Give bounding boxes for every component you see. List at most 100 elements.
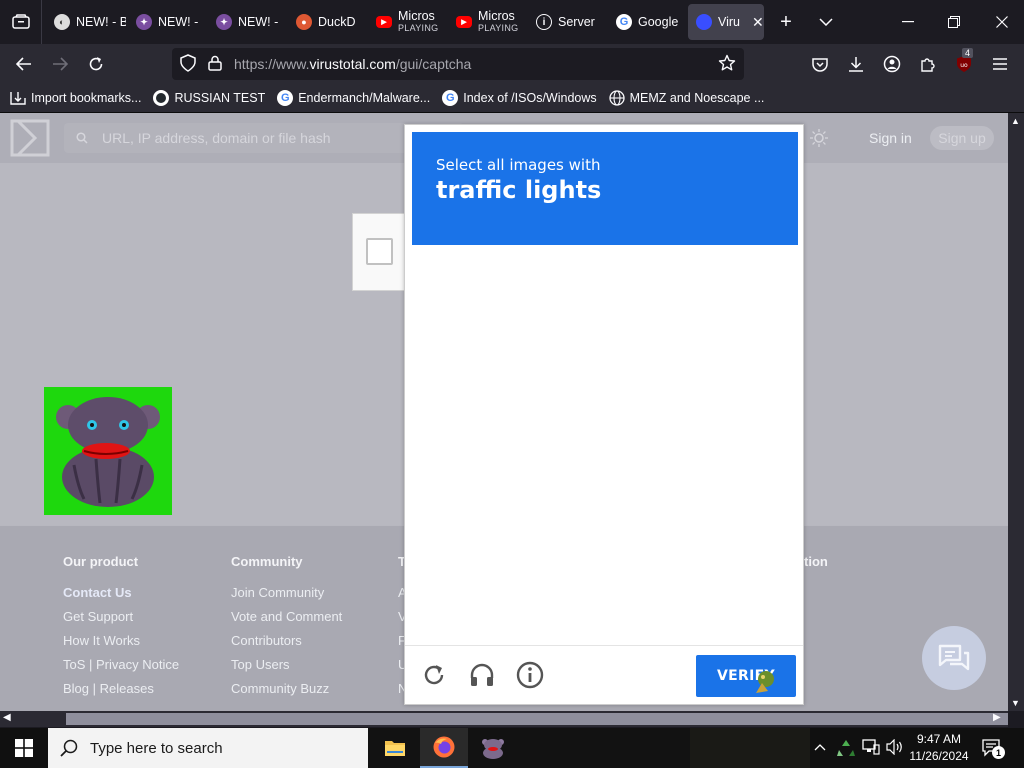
browser-tab[interactable]: G Google — [608, 4, 688, 40]
help-button[interactable] — [515, 660, 545, 690]
hamburger-menu-icon — [993, 58, 1007, 70]
pocket-icon — [812, 57, 828, 72]
recycle-tray-icon[interactable] — [836, 738, 856, 761]
reload-challenge-button[interactable] — [419, 660, 449, 690]
audio-challenge-button[interactable] — [467, 660, 497, 690]
globe-icon: ◐ — [54, 14, 70, 30]
volume-icon[interactable] — [886, 738, 904, 758]
folder-icon — [385, 741, 405, 756]
footer-link[interactable]: Join Community — [231, 584, 342, 601]
theme-toggle-icon[interactable] — [810, 129, 828, 150]
bookmark-item[interactable]: G Index of /ISOs/Windows — [442, 90, 597, 106]
browser-tab[interactable]: ▶ Micros PLAYING — [448, 4, 526, 40]
bookmark-item[interactable]: Import bookmarks... — [10, 91, 141, 105]
taskbar-search-box[interactable]: Type here to search — [48, 728, 368, 768]
back-arrow-icon — [16, 57, 31, 71]
pocket-button[interactable] — [806, 50, 834, 78]
firefox-icon — [433, 736, 455, 758]
sign-in-link[interactable]: Sign in — [869, 130, 912, 146]
account-icon — [883, 55, 901, 73]
lock-icon[interactable] — [208, 55, 222, 74]
browser-tab-active[interactable]: Viru ✕ — [688, 4, 764, 40]
vertical-scrollbar[interactable]: ▲ ▼ — [1008, 113, 1024, 711]
restore-button[interactable] — [936, 8, 972, 36]
ublock-button[interactable]: uo 4 — [950, 48, 978, 78]
scroll-right-arrow-icon[interactable]: ▶ — [993, 712, 1001, 723]
downloads-button[interactable] — [842, 50, 870, 78]
minimize-button[interactable] — [890, 8, 926, 36]
horizontal-scroll-thumb[interactable] — [66, 713, 1008, 725]
action-center-button[interactable]: 1 — [982, 738, 1005, 761]
close-window-button[interactable] — [984, 8, 1020, 36]
start-button[interactable] — [0, 728, 48, 768]
extensions-button[interactable] — [914, 50, 942, 78]
challenge-footer: VERIFY — [405, 645, 803, 705]
firefox-taskbar-button[interactable] — [420, 728, 468, 768]
recaptcha-challenge-dialog: Select all images with traffic lights VE… — [404, 124, 804, 705]
browser-tab[interactable]: ▶ Micros PLAYING — [368, 4, 446, 40]
tab-title: NEW! - — [158, 15, 199, 29]
character-app-icon — [482, 739, 504, 759]
list-all-tabs-button[interactable] — [812, 8, 840, 36]
horizontal-scrollbar[interactable]: ◀ ▶ — [0, 711, 1008, 727]
address-bar[interactable]: https://www.virustotal.com/gui/captcha — [172, 48, 744, 80]
virustotal-logo[interactable] — [10, 119, 50, 160]
scroll-left-arrow-icon[interactable]: ◀ — [3, 712, 11, 723]
footer-link[interactable]: Contributors — [231, 632, 342, 649]
scroll-down-arrow-icon[interactable]: ▼ — [1011, 698, 1020, 708]
recaptcha-checkbox[interactable] — [366, 238, 393, 265]
bookmark-item[interactable]: G Endermanch/Malware... — [277, 90, 430, 106]
file-explorer-button[interactable] — [371, 728, 419, 768]
footer-link[interactable]: Top Users — [231, 656, 342, 673]
url-text[interactable]: https://www.virustotal.com/gui/captcha — [234, 56, 471, 72]
tab-title: Micros — [478, 9, 515, 23]
bookmark-star-icon[interactable] — [718, 54, 736, 75]
chat-support-button[interactable] — [922, 626, 986, 690]
back-button[interactable] — [10, 50, 38, 78]
forward-arrow-icon — [53, 57, 68, 71]
refresh-icon — [424, 665, 444, 685]
system-clock[interactable]: 9:47 AM 11/26/2024 — [906, 731, 972, 765]
scroll-up-arrow-icon[interactable]: ▲ — [1011, 116, 1020, 126]
verify-button[interactable]: VERIFY — [696, 655, 796, 697]
footer-link[interactable]: Blog | Releases — [63, 680, 179, 697]
browser-tab[interactable]: ◐ NEW! - Bor — [46, 4, 126, 40]
forward-button[interactable] — [46, 50, 74, 78]
reload-button[interactable] — [82, 50, 110, 78]
taskbar-search-placeholder: Type here to search — [90, 739, 223, 757]
browser-tab[interactable]: i Server — [528, 4, 606, 40]
youtube-icon: ▶ — [376, 16, 392, 28]
footer-column-community: Community Join Community Vote and Commen… — [231, 554, 342, 697]
shield-icon[interactable] — [180, 53, 196, 75]
pumpkin-character-image — [56, 397, 160, 507]
footer-heading: tion — [804, 554, 828, 569]
challenge-image-grid[interactable] — [412, 253, 798, 637]
footer-link-contact[interactable]: Contact Us — [63, 584, 179, 601]
character-sticker — [44, 387, 172, 515]
show-hidden-icons-button[interactable] — [814, 740, 826, 754]
sparkle-icon: ✦ — [136, 14, 152, 30]
bookmark-item[interactable]: RUSSIAN TEST — [153, 90, 265, 106]
browser-tab[interactable]: ● DuckD — [288, 4, 366, 40]
close-tab-icon[interactable]: ✕ — [752, 14, 764, 31]
browser-tab[interactable]: ✦ NEW! - — [128, 4, 206, 40]
tab-title: NEW! - — [238, 15, 279, 29]
bookmark-item[interactable]: MEMZ and Noescape ... — [608, 90, 764, 106]
import-icon — [10, 92, 26, 105]
footer-link[interactable]: Community Buzz — [231, 680, 342, 697]
clock-date: 11/26/2024 — [909, 749, 969, 763]
character-app-taskbar-button[interactable] — [469, 728, 517, 768]
chat-icon — [938, 644, 970, 671]
footer-link[interactable]: How It Works — [63, 632, 179, 649]
tab-list-button[interactable] — [0, 0, 42, 44]
footer-link[interactable]: Vote and Comment — [231, 608, 342, 625]
account-button[interactable] — [878, 50, 906, 78]
sign-up-button[interactable]: Sign up — [930, 126, 994, 150]
new-tab-button[interactable]: + — [772, 8, 800, 36]
footer-link[interactable]: Get Support — [63, 608, 179, 625]
restore-icon — [948, 16, 960, 28]
app-menu-button[interactable] — [986, 50, 1014, 78]
footer-link[interactable]: ToS | Privacy Notice — [63, 656, 179, 673]
browser-tab[interactable]: ✦ NEW! - — [208, 4, 286, 40]
network-icon[interactable] — [862, 739, 880, 758]
